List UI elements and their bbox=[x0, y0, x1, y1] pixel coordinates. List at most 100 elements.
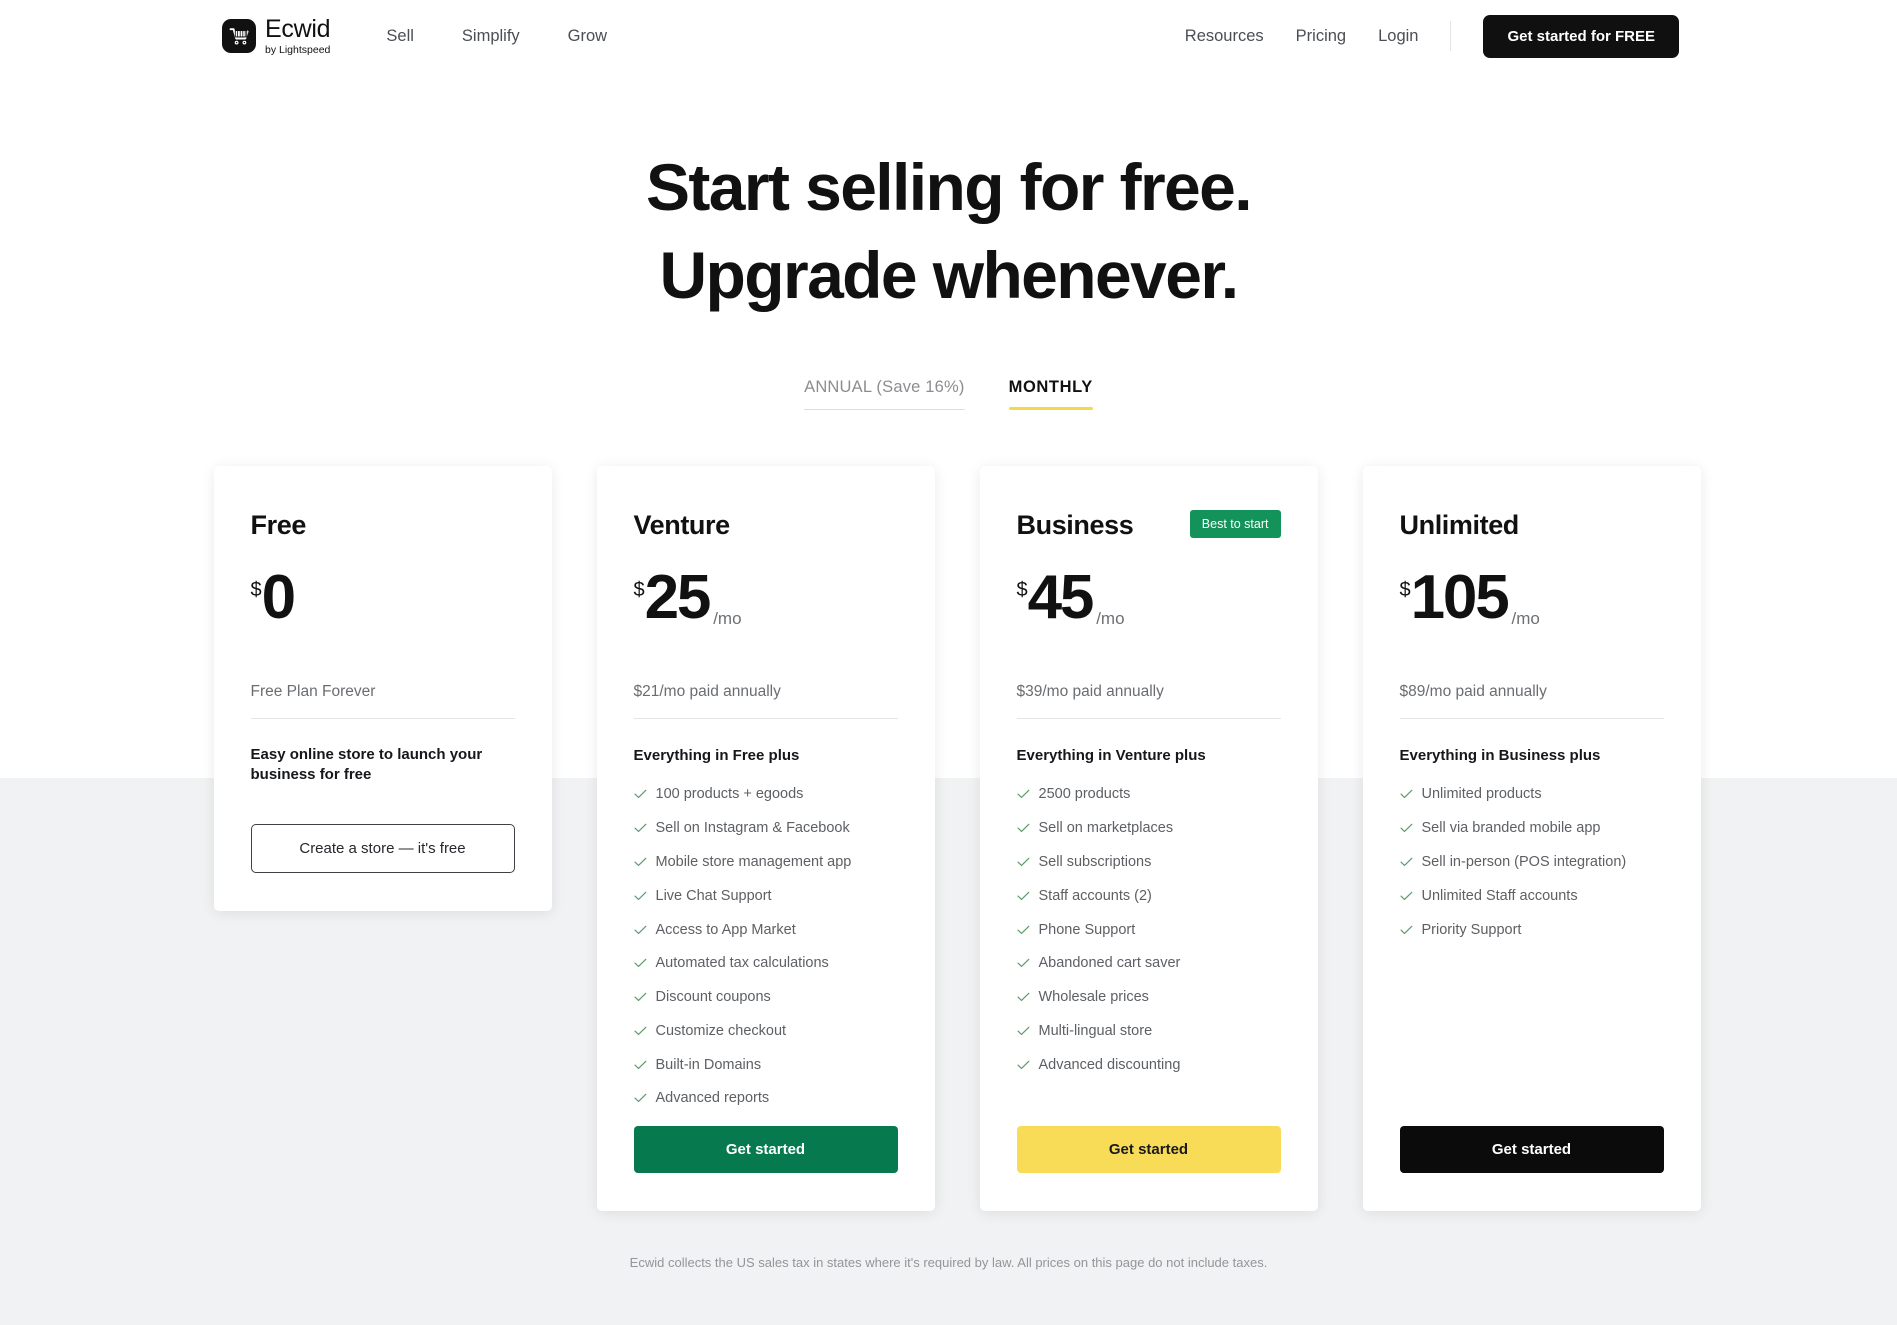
nav-item-simplify[interactable]: Simplify bbox=[462, 27, 520, 46]
hero-line-1: Start selling for free. bbox=[645, 150, 1253, 224]
nav-item-pricing[interactable]: Pricing bbox=[1296, 27, 1346, 46]
billing-annual-label: ANNUAL (Save 16%) bbox=[804, 378, 965, 396]
check-icon bbox=[1399, 889, 1413, 905]
feature-label: Priority Support bbox=[1421, 921, 1522, 938]
check-icon bbox=[633, 787, 647, 803]
currency-symbol: $ bbox=[250, 579, 262, 601]
feature-label: Advanced reports bbox=[655, 1090, 770, 1107]
billing-annual-underline bbox=[804, 408, 965, 410]
feature-label: Automated tax calculations bbox=[655, 955, 829, 972]
feature-label: Mobile store management app bbox=[655, 853, 852, 870]
get-started-venture-button[interactable]: Get started bbox=[633, 1126, 898, 1173]
feature-item: Access to App Market bbox=[633, 913, 898, 947]
price-period: /mo bbox=[1096, 609, 1125, 628]
feature-label: Customize checkout bbox=[655, 1022, 787, 1039]
check-icon bbox=[633, 1058, 647, 1074]
brand-name: Ecwid bbox=[265, 14, 331, 43]
price-amount: 0 bbox=[261, 563, 297, 632]
best-to-start-badge: Best to start bbox=[1189, 510, 1281, 538]
check-icon bbox=[633, 889, 647, 905]
tax-footnote: Ecwid collects the US sales tax in state… bbox=[629, 1255, 1268, 1270]
hero-line-2: Upgrade whenever. bbox=[659, 238, 1239, 312]
feature-label: Phone Support bbox=[1038, 921, 1136, 938]
check-icon bbox=[633, 821, 647, 837]
brand-tagline: by Lightspeed bbox=[265, 43, 331, 56]
check-icon bbox=[1016, 821, 1030, 837]
feature-item: Unlimited Staff accounts bbox=[1399, 879, 1664, 913]
feature-label: 2500 products bbox=[1038, 786, 1131, 803]
feature-item: Advanced discounting bbox=[1016, 1048, 1281, 1082]
feature-item: Sell via branded mobile app bbox=[1399, 812, 1664, 846]
billing-monthly-label: MONTHLY bbox=[1008, 378, 1093, 396]
price-period: /mo bbox=[1511, 609, 1540, 628]
plan-subprice: $89/mo paid annually bbox=[1399, 683, 1664, 719]
feature-item: Sell in-person (POS integration) bbox=[1399, 846, 1664, 880]
price-period: /mo bbox=[713, 609, 742, 628]
plan-subprice: $21/mo paid annually bbox=[633, 683, 898, 719]
check-icon bbox=[633, 923, 647, 939]
nav-item-sell[interactable]: Sell bbox=[386, 27, 414, 46]
feature-label: Sell on marketplaces bbox=[1038, 820, 1174, 837]
pricing-card-business: Business Best to start $ 45 /mo $39/mo p… bbox=[979, 466, 1318, 1211]
plan-price: $ 105 /mo bbox=[1399, 567, 1664, 639]
features-title: Everything in Venture plus bbox=[1016, 747, 1206, 764]
check-icon bbox=[633, 1091, 647, 1107]
plan-name: Business bbox=[1016, 510, 1134, 540]
feature-list: Unlimited products Sell via branded mobil… bbox=[1399, 778, 1664, 947]
check-icon bbox=[1016, 1058, 1030, 1074]
check-icon bbox=[1399, 855, 1413, 871]
check-icon bbox=[1016, 889, 1030, 905]
check-icon bbox=[633, 855, 647, 871]
feature-item: Advanced reports bbox=[633, 1082, 898, 1116]
feature-item: 100 products + egoods bbox=[633, 778, 898, 812]
shopping-cart-icon bbox=[222, 19, 256, 53]
feature-item: Phone Support bbox=[1016, 913, 1281, 947]
pricing-card-grid: Free $ 0 Free Plan Forever Easy online s… bbox=[213, 466, 1701, 1211]
create-store-button[interactable]: Create a store — it's free bbox=[250, 823, 515, 873]
billing-option-annual[interactable]: ANNUAL (Save 16%) bbox=[804, 378, 965, 410]
plan-price: $ 45 /mo bbox=[1017, 563, 1281, 639]
pricing-card-venture: Venture $ 25 /mo $21/mo paid annually Ev… bbox=[596, 466, 935, 1211]
plan-description: Easy online store to launch your busines… bbox=[250, 746, 483, 784]
feature-label: Sell on Instagram & Facebook bbox=[655, 820, 850, 837]
primary-nav: Sell Simplify Grow bbox=[386, 27, 607, 46]
pricing-card-unlimited: Unlimited $ 105 /mo $89/mo paid annually… bbox=[1362, 466, 1701, 1211]
feature-item: Discount coupons bbox=[633, 981, 898, 1015]
get-started-unlimited-button[interactable]: Get started bbox=[1399, 1126, 1664, 1173]
feature-item: Live Chat Support bbox=[633, 879, 898, 913]
feature-list: 2500 products Sell on marketplaces Sell su… bbox=[1016, 778, 1281, 1082]
feature-label: Wholesale prices bbox=[1038, 989, 1149, 1006]
price-amount: 45 bbox=[1027, 563, 1095, 632]
check-icon bbox=[1399, 923, 1413, 939]
feature-label: Sell subscriptions bbox=[1038, 853, 1152, 870]
feature-label: Unlimited Staff accounts bbox=[1421, 887, 1578, 904]
nav-item-grow[interactable]: Grow bbox=[568, 27, 607, 46]
nav-item-resources[interactable]: Resources bbox=[1185, 27, 1264, 46]
features-title: Everything in Business plus bbox=[1399, 747, 1601, 764]
nav-item-login[interactable]: Login bbox=[1378, 27, 1418, 46]
feature-label: Access to App Market bbox=[655, 921, 796, 938]
feature-item: Wholesale prices bbox=[1016, 981, 1281, 1015]
feature-item: Customize checkout bbox=[633, 1014, 898, 1048]
currency-symbol: $ bbox=[633, 579, 645, 601]
check-icon bbox=[1016, 923, 1030, 939]
feature-item: Sell subscriptions bbox=[1016, 846, 1281, 880]
billing-period-toggle: ANNUAL (Save 16%) MONTHLY bbox=[783, 378, 1115, 410]
get-started-business-button[interactable]: Get started bbox=[1016, 1126, 1281, 1173]
currency-symbol: $ bbox=[1399, 579, 1411, 601]
billing-option-monthly[interactable]: MONTHLY bbox=[1008, 378, 1093, 410]
plan-price: $ 0 bbox=[250, 563, 515, 639]
check-icon bbox=[1016, 990, 1030, 1006]
feature-label: Advanced discounting bbox=[1038, 1056, 1181, 1073]
feature-label: Multi-lingual store bbox=[1038, 1022, 1153, 1039]
features-title: Everything in Free plus bbox=[633, 747, 800, 764]
hero-section: Start selling for free. Upgrade whenever… bbox=[0, 154, 1897, 308]
feature-item: 2500 products bbox=[1016, 778, 1281, 812]
brand-logo[interactable]: Ecwid by Lightspeed bbox=[222, 14, 331, 56]
feature-item: Unlimited products bbox=[1399, 778, 1664, 812]
feature-item: Abandoned cart saver bbox=[1016, 947, 1281, 981]
get-started-free-button[interactable]: Get started for FREE bbox=[1483, 14, 1679, 58]
feature-label: Unlimited products bbox=[1421, 786, 1542, 803]
plan-subprice: $39/mo paid annually bbox=[1016, 683, 1281, 719]
check-icon bbox=[633, 1024, 647, 1040]
